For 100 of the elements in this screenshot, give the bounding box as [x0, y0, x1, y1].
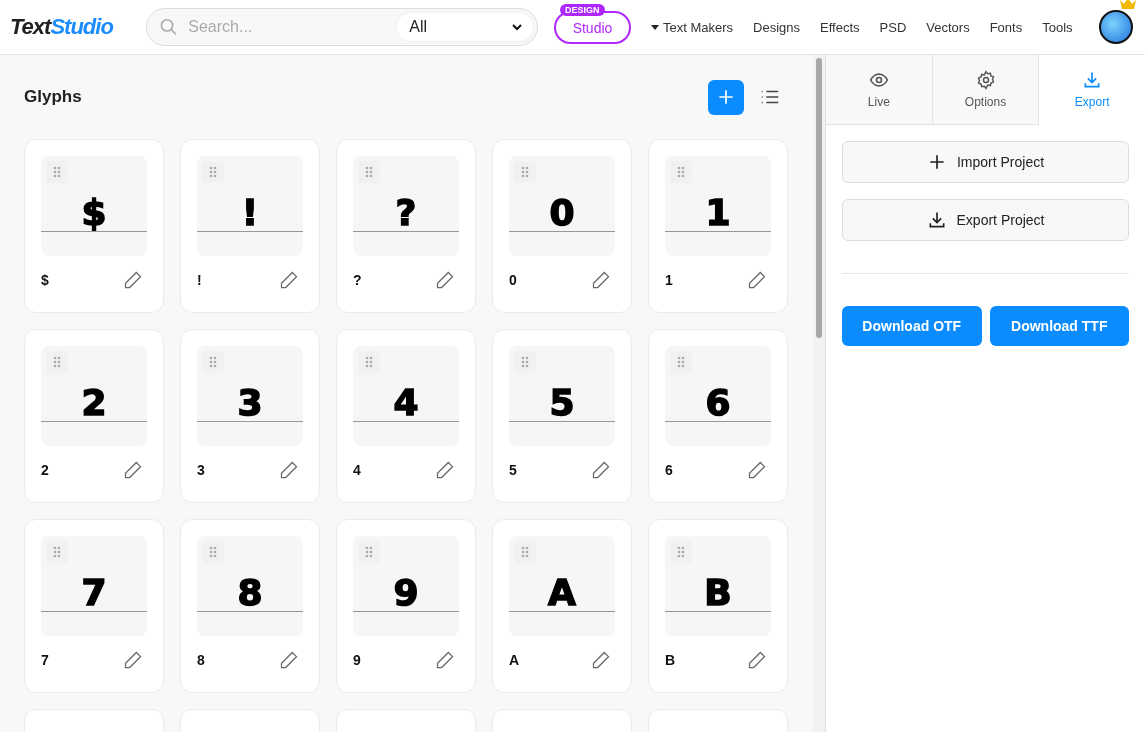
panel-tab[interactable]: Live — [826, 55, 933, 125]
glyph-drawing: 7 — [80, 574, 108, 612]
panel-title: Glyphs — [24, 87, 83, 107]
glyph-label: 9 — [353, 652, 361, 668]
text-studio-logo[interactable]: TextStudio — [10, 14, 136, 40]
nav-link[interactable]: Tools — [1042, 19, 1073, 35]
glyph-drawing: 2 — [80, 384, 108, 422]
glyph-card[interactable]: ! ! — [180, 139, 320, 313]
drag-handle-icon[interactable] — [358, 541, 380, 563]
glyph-card[interactable]: 4 4 — [336, 329, 476, 503]
glyph-card[interactable]: $ $ — [24, 139, 164, 313]
settings-icon — [975, 70, 996, 90]
glyph-drawing: 5 — [548, 384, 576, 422]
nav-link[interactable]: PSD — [879, 19, 907, 35]
caret-down-icon — [651, 24, 659, 30]
glyph-drawing: A — [547, 574, 577, 612]
nav-link[interactable]: Text Makers — [651, 19, 734, 35]
nav-link[interactable]: Effects — [820, 19, 860, 35]
search-field[interactable]: Search... All — [146, 8, 538, 46]
glyph-label: 4 — [353, 462, 361, 478]
project-button[interactable]: Export Project — [842, 199, 1129, 241]
glyph-label: B — [665, 652, 676, 668]
drag-handle-icon[interactable] — [514, 351, 536, 373]
glyph-drawing: 0 — [548, 194, 576, 232]
glyph-label: A — [509, 652, 520, 668]
design-badge: DESIGN — [560, 3, 605, 16]
glyph-card[interactable]: 6 6 — [648, 329, 788, 503]
scrollbar-thumb[interactable] — [816, 58, 822, 338]
pencil-icon[interactable] — [591, 460, 611, 480]
nav-link[interactable]: Fonts — [989, 19, 1023, 35]
glyph-card[interactable]: 3 3 — [180, 329, 320, 503]
glyph-card[interactable]: 5 5 — [492, 329, 632, 503]
glyph-label: 6 — [665, 462, 673, 478]
pencil-icon[interactable] — [279, 460, 299, 480]
pencil-icon[interactable] — [435, 650, 455, 670]
glyph-drawing: 6 — [704, 384, 732, 422]
eye-icon — [868, 70, 889, 90]
glyph-card[interactable]: ? ? — [336, 139, 476, 313]
glyph-label: 2 — [41, 462, 49, 478]
drag-handle-icon[interactable] — [202, 351, 224, 373]
glyph-drawing: $ — [80, 194, 108, 232]
drag-handle-icon[interactable] — [670, 161, 692, 183]
pencil-icon[interactable] — [747, 650, 767, 670]
search-icon — [159, 17, 179, 37]
glyph-card[interactable]: 7 7 — [24, 519, 164, 693]
drag-handle-icon[interactable] — [514, 161, 536, 183]
glyph-label: ? — [353, 272, 362, 288]
glyph-card[interactable]: A A — [492, 519, 632, 693]
drag-handle-icon[interactable] — [670, 541, 692, 563]
glyph-drawing: 9 — [392, 574, 420, 612]
glyph-card[interactable]: 2 2 — [24, 329, 164, 503]
pencil-icon[interactable] — [747, 460, 767, 480]
glyph-drawing: ? — [394, 194, 418, 232]
glyph-label: 0 — [509, 272, 517, 288]
glyph-label: 1 — [665, 272, 673, 288]
glyph-label: 7 — [41, 652, 49, 668]
drag-handle-icon[interactable] — [202, 161, 224, 183]
glyph-drawing: B — [703, 574, 733, 612]
pencil-icon[interactable] — [123, 460, 143, 480]
glyph-label: 3 — [197, 462, 205, 478]
glyph-drawing: 8 — [236, 574, 264, 612]
pencil-icon[interactable] — [435, 460, 455, 480]
glyph-drawing: ! — [240, 194, 260, 232]
project-button[interactable]: Import Project — [842, 141, 1129, 183]
drag-handle-icon[interactable] — [46, 541, 68, 563]
glyph-card[interactable]: 9 9 — [336, 519, 476, 693]
category-select[interactable]: All — [397, 13, 533, 41]
glyph-card[interactable]: 1 1 — [648, 139, 788, 313]
glyph-card[interactable]: 0 0 — [492, 139, 632, 313]
glyph-card[interactable]: 8 8 — [180, 519, 320, 693]
glyph-label: 5 — [509, 462, 517, 478]
pencil-icon[interactable] — [591, 650, 611, 670]
nav-link[interactable]: Vectors — [926, 19, 970, 35]
drag-handle-icon[interactable] — [46, 351, 68, 373]
add-glyph-button[interactable] — [708, 79, 744, 115]
drag-handle-icon[interactable] — [202, 541, 224, 563]
pencil-icon[interactable] — [123, 650, 143, 670]
drag-handle-icon[interactable] — [514, 541, 536, 563]
drag-handle-icon[interactable] — [358, 351, 380, 373]
glyph-label: 8 — [197, 652, 205, 668]
glyph-drawing: 1 — [704, 194, 732, 232]
glyph-label: ! — [197, 272, 202, 288]
user-avatar[interactable] — [1099, 10, 1133, 44]
glyph-drawing: 3 — [236, 384, 264, 422]
pencil-icon[interactable] — [747, 270, 767, 290]
glyph-card[interactable]: B B — [648, 519, 788, 693]
drag-handle-icon[interactable] — [46, 161, 68, 183]
pencil-icon[interactable] — [279, 650, 299, 670]
chevron-down-icon — [511, 21, 523, 33]
download-icon — [1082, 70, 1103, 90]
panel-tab[interactable]: Options — [932, 55, 1040, 125]
drag-handle-icon[interactable] — [358, 161, 380, 183]
pencil-icon[interactable] — [591, 270, 611, 290]
pencil-icon[interactable] — [279, 270, 299, 290]
drag-handle-icon[interactable] — [670, 351, 692, 373]
pencil-icon[interactable] — [123, 270, 143, 290]
nav-link[interactable]: Designs — [753, 19, 801, 35]
glyph-drawing: 4 — [392, 384, 420, 422]
crown-icon — [1120, 0, 1136, 9]
pencil-icon[interactable] — [435, 270, 455, 290]
